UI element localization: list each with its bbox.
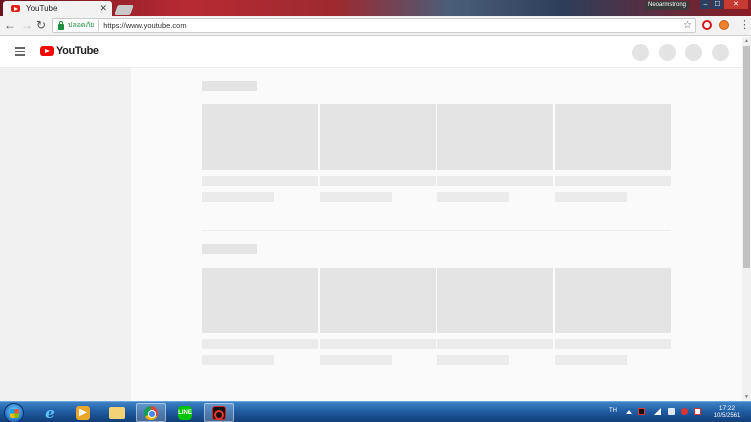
sidebar [0, 68, 131, 401]
network-icon[interactable] [654, 408, 661, 415]
thumbnail-placeholder [555, 104, 671, 170]
garena-tray-icon[interactable] [638, 408, 645, 415]
system-clock[interactable]: 17:22 10/5/2561 [710, 405, 744, 420]
volume-icon[interactable] [668, 408, 675, 415]
taskbar-file-explorer[interactable] [102, 403, 132, 422]
chrome-icon [144, 405, 158, 420]
start-button[interactable] [4, 403, 24, 422]
header-placeholder-circle [632, 44, 649, 61]
youtube-favicon-icon [11, 5, 20, 12]
youtube-logo-text: YouTube [56, 45, 99, 57]
header-placeholder-circle [659, 44, 676, 61]
meta-placeholder [437, 192, 509, 202]
tab-youtube[interactable]: YouTube ✕ [3, 1, 112, 16]
meta-placeholder [202, 355, 274, 365]
windows-taskbar: e ▶ LINE TH 17:22 10/5/2561 [0, 401, 751, 422]
maximize-button[interactable]: ☐ [712, 0, 723, 9]
reload-button[interactable]: ↻ [34, 18, 48, 32]
garena-icon [212, 405, 226, 420]
title-placeholder [437, 176, 553, 186]
title-placeholder [320, 176, 436, 186]
title-placeholder [555, 176, 671, 186]
taskbar-media-player[interactable]: ▶ [68, 403, 98, 422]
file-explorer-icon [109, 406, 125, 419]
meta-placeholder [320, 192, 392, 202]
thumbnail-placeholder [555, 268, 671, 333]
browser-titlebar: YouTube ✕ Neoarmstrong – ☐ ✕ [0, 0, 751, 16]
line-icon: LINE [178, 405, 192, 420]
title-placeholder [320, 339, 436, 349]
close-window-button[interactable]: ✕ [724, 0, 748, 9]
bookmark-star-icon[interactable]: ☆ [683, 20, 692, 31]
taskbar-garena[interactable] [204, 403, 234, 422]
scroll-thumb[interactable] [743, 46, 750, 268]
windows-media-player-icon: ▶ [76, 405, 90, 420]
taskbar-chrome[interactable] [136, 403, 166, 422]
scroll-down-icon[interactable]: ▼ [742, 393, 751, 401]
forward-button[interactable]: → [20, 18, 34, 32]
new-tab-button[interactable] [114, 5, 134, 15]
url-text[interactable]: https://www.youtube.com [99, 21, 683, 30]
minimize-button[interactable]: – [700, 0, 711, 9]
youtube-logo[interactable]: YouTube [40, 45, 99, 57]
lock-icon[interactable] [58, 20, 64, 30]
thumbnail-placeholder [202, 268, 318, 333]
security-label[interactable]: ปลอดภัย [68, 20, 100, 31]
section-title-placeholder [202, 81, 257, 91]
profile-button[interactable]: Neoarmstrong [645, 1, 690, 10]
address-bar[interactable]: ปลอดภัย https://www.youtube.com ☆ [52, 18, 696, 33]
title-placeholder [202, 339, 318, 349]
section-title-placeholder [202, 244, 257, 254]
tab-title: YouTube [26, 4, 58, 13]
clock-date: 10/5/2561 [713, 413, 741, 419]
browser-menu-icon[interactable]: ⋮ [739, 18, 750, 32]
thumbnail-placeholder [320, 104, 436, 170]
clock-time: 17:22 [718, 405, 736, 412]
youtube-masthead: YouTube [0, 37, 742, 68]
meta-placeholder [320, 355, 392, 365]
meta-placeholder [202, 192, 274, 202]
internet-explorer-icon: e [45, 403, 55, 422]
youtube-play-icon [40, 46, 54, 56]
browser-toolbar: ← → ↻ ปลอดภัย https://www.youtube.com ☆ … [0, 16, 751, 36]
security-tray-icon[interactable] [681, 408, 688, 415]
title-placeholder [437, 339, 553, 349]
windows-logo-icon [10, 409, 19, 418]
taskbar-line[interactable]: LINE [170, 403, 200, 422]
tab-close-icon[interactable]: ✕ [99, 4, 107, 13]
opera-icon[interactable] [702, 20, 712, 30]
language-indicator[interactable]: TH [609, 408, 617, 414]
thumbnail-placeholder [320, 268, 436, 333]
header-placeholder-circle [712, 44, 729, 61]
scroll-up-icon[interactable]: ▲ [742, 37, 751, 45]
title-placeholder [555, 339, 671, 349]
thumbnail-placeholder [437, 104, 553, 170]
hamburger-menu-icon[interactable] [15, 47, 25, 56]
meta-placeholder [555, 355, 627, 365]
meta-placeholder [555, 192, 627, 202]
thumbnail-placeholder [437, 268, 553, 333]
meta-placeholder [437, 355, 509, 365]
thumbnail-placeholder [202, 104, 318, 170]
orange-extension-icon[interactable] [719, 20, 729, 30]
header-placeholder-circle [685, 44, 702, 61]
back-button[interactable]: ← [3, 18, 17, 32]
title-placeholder [202, 176, 318, 186]
taskbar-ie[interactable]: e [35, 403, 65, 422]
action-center-icon[interactable] [694, 408, 701, 415]
show-hidden-icons-icon[interactable] [626, 410, 632, 414]
page-scrollbar[interactable]: ▲ ▼ [742, 37, 751, 401]
section-divider [202, 230, 671, 231]
